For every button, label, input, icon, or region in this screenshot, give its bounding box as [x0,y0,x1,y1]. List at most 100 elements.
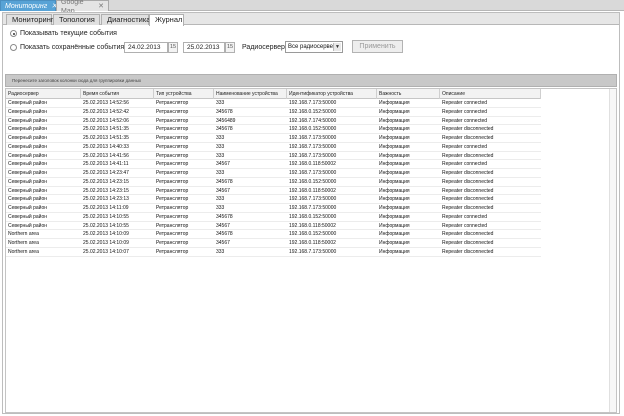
cell-device-name: 345678 [216,178,233,185]
table-row[interactable]: Северный район 25.02.2013 14:51:35 Ретранс… [6,125,541,134]
table-row[interactable]: Northern area 25.02.2013 14:10:09 Ретрансл… [6,239,541,248]
close-icon[interactable]: ✕ [98,3,104,10]
saved-events-radio[interactable] [10,44,17,51]
group-by-area[interactable]: Перенесите заголовок колонки сюда для гр… [5,74,617,87]
cell-radioserver: Северный район [8,178,47,185]
cell-description: Repeater disconnected [442,196,494,203]
radioserver-select[interactable]: Все радиосерверы ▼ [285,41,343,53]
cell-device-id: 192.168.7.173:50000 [289,152,337,159]
tab-topology[interactable]: Топология [53,14,100,25]
cell-device-id: 192.168.0.118:50002 [289,222,336,229]
table-row[interactable]: Северный район 25.02.2013 14:52:42 Ретранс… [6,108,541,117]
column-header-description[interactable]: Описание [440,89,541,99]
filter-options: Показывать текущие события Показать сохр… [8,30,614,72]
cell-event-time: 25.02.2013 14:51:35 [83,126,129,133]
cell-device-name: 345678 [216,231,233,238]
cell-radioserver: Северный район [8,205,47,211]
cell-severity: Информация [379,135,410,141]
cell-device-type: Ретранслятор [156,205,189,211]
cell-severity: Информация [379,161,410,168]
window-tab-bar: Мониторинг ✕ Google Map ✕ [0,0,624,15]
cell-event-time: 25.02.2013 14:23:15 [83,178,129,185]
table-row[interactable]: Северный район 25.02.2013 14:23:13 Ретранс… [6,195,541,204]
calendar-icon[interactable]: 15 [225,42,235,53]
cell-device-id: 192.168.0.152:50000 [289,178,337,185]
cell-device-id: 192.168.7.173:50000 [289,196,337,203]
cell-description: Repeater connected [442,117,488,124]
cell-device-id: 192.168.7.173:50000 [289,248,337,255]
table-row[interactable]: Северный район 25.02.2013 14:41:56 Ретранс… [6,152,541,161]
cell-radioserver: Northern area [8,240,39,246]
cell-description: Repeater disconnected [442,205,494,211]
cell-device-name: 333 [216,135,225,141]
cell-radioserver: Северный район [8,126,47,133]
cell-radioserver: Северный район [8,170,47,176]
table-row[interactable]: Северный район 25.02.2013 14:23:15 Ретранс… [6,178,541,187]
cell-radioserver: Northern area [8,231,39,238]
cell-description: Repeater disconnected [442,152,494,159]
apply-button[interactable]: Применить [352,40,403,53]
tab-monitoring[interactable]: Мониторинг [6,14,54,25]
current-events-radio[interactable] [10,30,17,37]
window-tab-monitoring[interactable]: Мониторинг ✕ [0,0,57,11]
table-row[interactable]: Северный район 25.02.2013 14:10:55 Ретранс… [6,222,541,231]
table-row[interactable]: Северный район 25.02.2013 14:52:06 Ретранс… [6,117,541,126]
cell-device-id: 192.168.7.173:50000 [289,135,337,141]
column-header-device-type[interactable]: Тип устройства [154,89,214,99]
tab-journal[interactable]: Журнал [149,14,184,26]
cell-device-type: Ретранслятор [156,108,189,115]
chevron-down-icon[interactable]: ▼ [333,43,341,51]
cell-severity: Информация [379,126,410,133]
table-row[interactable]: Северный район 25.02.2013 14:40:33 Ретранс… [6,143,541,152]
vertical-scrollbar[interactable] [609,89,616,412]
cell-radioserver: Северный район [8,100,47,106]
cell-event-time: 25.02.2013 14:10:09 [83,240,129,246]
cell-event-time: 25.02.2013 14:40:33 [83,143,129,150]
cell-description: Repeater connected [442,213,488,220]
cell-device-name: 333 [216,196,225,203]
date-from-field[interactable]: 24.02.2013 [124,42,168,53]
cell-device-id: 192.168.0.118:50002 [289,240,336,246]
table-row[interactable]: Северный район 25.02.2013 14:41:11 Ретранс… [6,160,541,169]
table-row[interactable]: Северный район 25.02.2013 14:10:55 Ретранс… [6,213,541,222]
cell-description: Repeater disconnected [442,126,494,133]
cell-device-id: 192.168.7.174:50000 [289,117,337,124]
cell-device-type: Ретранслятор [156,240,189,246]
date-to-field[interactable]: 25.02.2013 [183,42,225,53]
cell-description: Repeater disconnected [442,170,494,176]
cell-event-time: 25.02.2013 14:23:15 [83,187,129,194]
cell-severity: Информация [379,196,410,203]
cell-severity: Информация [379,178,410,185]
table-row[interactable]: Северный район 25.02.2013 14:23:47 Ретранс… [6,169,541,178]
cell-device-id: 192.168.0.152:50000 [289,213,337,220]
calendar-icon[interactable]: 15 [168,42,178,53]
column-header-device-id[interactable]: Идентификатор устройства [287,89,377,99]
tab-diagnostics[interactable]: Диагностика [101,14,150,25]
cell-device-name: 345678 [216,126,233,133]
column-header-severity[interactable]: Важность [377,89,440,99]
window-tab-google-map[interactable]: Google Map ✕ [56,0,109,15]
table-row[interactable]: Северный район 25.02.2013 14:51:35 Ретранс… [6,134,541,143]
cell-device-id: 192.168.0.152:50000 [289,231,337,238]
table-row[interactable]: Северный район 25.02.2013 14:52:56 Ретранс… [6,99,541,108]
cell-radioserver: Северный район [8,135,47,141]
cell-device-type: Ретранслятор [156,222,189,229]
cell-device-id: 192.168.0.152:50000 [289,108,337,115]
column-header-device-name[interactable]: Наименование устройства [214,89,287,99]
table-row[interactable]: Northern area 25.02.2013 14:10:09 Ретрансл… [6,230,541,239]
cell-device-type: Ретранслятор [156,213,189,220]
cell-device-name: 34567 [216,161,230,168]
current-events-label: Показывать текущие события [20,30,117,37]
column-header-radioserver[interactable]: Радиосервер [6,89,81,99]
cell-description: Repeater connected [442,100,488,106]
cell-device-name: 333 [216,205,225,211]
cell-description: Repeater disconnected [442,178,494,185]
table-row[interactable]: Северный район 25.02.2013 14:11:09 Ретранс… [6,204,541,213]
cell-severity: Информация [379,231,410,238]
column-header-event-time[interactable]: Время события [81,89,154,99]
table-row[interactable]: Северный район 25.02.2013 14:23:15 Ретранс… [6,187,541,196]
cell-device-id: 192.168.7.173:50000 [289,143,337,150]
cell-description: Repeater disconnected [442,240,494,246]
table-row[interactable]: Northern area 25.02.2013 14:10:07 Ретрансл… [6,248,541,257]
cell-device-type: Ретранслятор [156,100,189,106]
